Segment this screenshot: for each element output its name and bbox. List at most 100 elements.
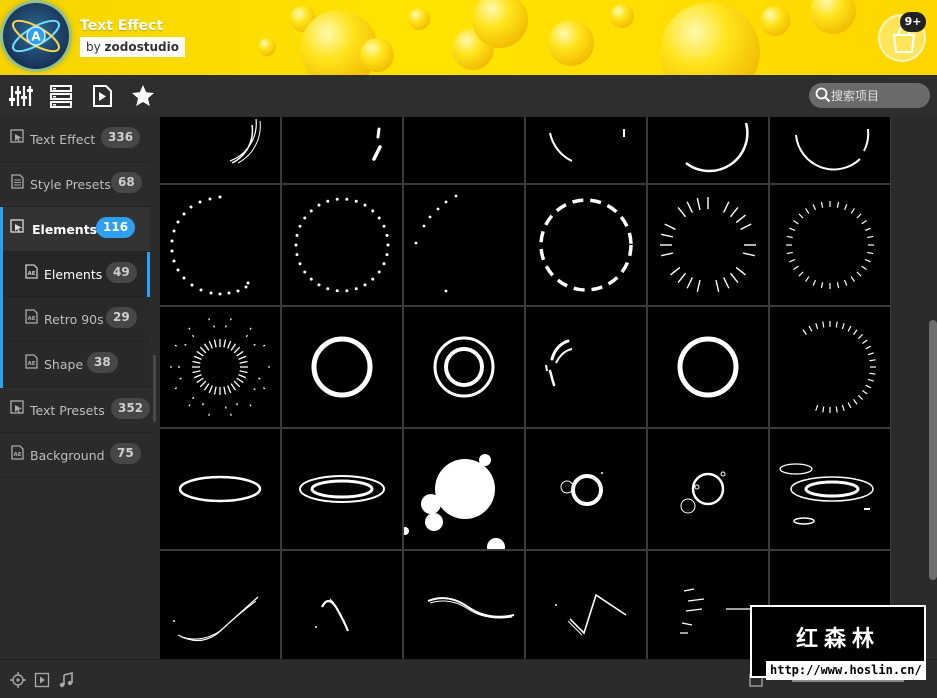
decorative-bubble — [810, 0, 856, 34]
element-thumbnail[interactable] — [770, 117, 890, 183]
element-thumbnail[interactable] — [160, 117, 280, 183]
author-prefix: by — [86, 40, 101, 54]
count-badge: 38 — [87, 352, 118, 373]
toolbar — [0, 75, 937, 117]
count-badge: 336 — [101, 127, 141, 148]
search-icon — [815, 87, 831, 103]
decorative-bubble — [548, 20, 594, 66]
sidebar-subitem-shape[interactable]: AE Shape 38 — [0, 342, 150, 387]
author-name: zodostudio — [104, 40, 179, 54]
ae-file-icon: AE — [11, 445, 24, 460]
element-thumbnail[interactable] — [282, 429, 402, 549]
element-thumbnail[interactable] — [404, 307, 524, 427]
element-thumbnail[interactable] — [160, 429, 280, 549]
element-thumbnail[interactable] — [526, 117, 646, 183]
search-box[interactable] — [809, 83, 930, 108]
music-note-icon[interactable] — [58, 671, 74, 688]
decorative-bubble — [610, 4, 634, 28]
plugin-logo: A — [3, 3, 69, 69]
element-thumbnail[interactable] — [160, 551, 280, 659]
decorative-bubble — [660, 2, 760, 75]
document-icon — [11, 174, 24, 189]
count-badge: 352 — [111, 398, 151, 419]
element-thumbnail[interactable] — [404, 117, 524, 183]
element-thumbnail[interactable] — [648, 307, 768, 427]
decorative-bubble — [760, 6, 790, 36]
element-thumbnail[interactable] — [526, 185, 646, 305]
element-thumbnail[interactable] — [770, 185, 890, 305]
sidebar-item-label: Retro 90s — [44, 312, 104, 327]
sidebar-item-style-presets[interactable]: Style Presets 68 — [0, 162, 150, 207]
sidebar-item-elements[interactable]: Elements 116 — [0, 207, 150, 252]
target-icon[interactable] — [10, 672, 26, 688]
video-preview-icon[interactable] — [89, 83, 115, 109]
svg-text:AE: AE — [27, 316, 35, 322]
cursor-frame-icon — [10, 219, 24, 233]
svg-text:AE: AE — [13, 452, 21, 458]
sidebar-item-background[interactable]: AE Background 75 — [0, 433, 150, 478]
decorative-bubble — [408, 8, 430, 30]
play-icon[interactable] — [34, 672, 50, 688]
element-thumbnail[interactable] — [160, 185, 280, 305]
sliders-icon[interactable] — [8, 83, 34, 109]
decorative-bubble — [472, 0, 528, 48]
element-thumbnail[interactable] — [282, 185, 402, 305]
element-thumbnail[interactable] — [648, 185, 768, 305]
plugin-name: Text Effect — [80, 18, 164, 34]
count-badge: 29 — [106, 307, 137, 328]
sidebar-subitem-retro-90s[interactable]: AE Retro 90s 29 — [0, 297, 150, 342]
watermark-url: http://www.hoslin.cn/ — [766, 661, 926, 680]
decorative-bubble — [258, 38, 276, 56]
author-tag[interactable]: by zodostudio — [80, 37, 185, 57]
sidebar-item-label: Background — [30, 448, 105, 463]
search-input[interactable] — [831, 83, 926, 108]
watermark: 红森林 http://www.hoslin.cn/ — [750, 605, 926, 680]
header-banner: A Text Effect by zodostudio 9+ — [0, 0, 937, 75]
sidebar-scrollbar[interactable] — [153, 355, 156, 422]
ae-file-icon: AE — [25, 309, 38, 324]
cursor-frame-icon — [10, 400, 24, 414]
favorites-star-icon[interactable] — [130, 83, 156, 109]
cursor-frame-icon — [10, 129, 24, 143]
sidebar-item-label: Text Presets — [30, 403, 105, 418]
decorative-bubble — [360, 38, 394, 72]
active-category-indicator — [0, 207, 3, 388]
ae-file-icon: AE — [25, 354, 38, 369]
element-thumbnail[interactable] — [770, 429, 890, 549]
element-thumbnail[interactable] — [648, 117, 768, 183]
watermark-title: 红森林 — [795, 627, 880, 652]
count-badge: 68 — [111, 172, 142, 193]
grid-scrollbar-thumb[interactable] — [929, 320, 937, 580]
svg-text:AE: AE — [27, 271, 35, 277]
sidebar-item-label: Text Effect — [30, 132, 96, 147]
list-view-icon[interactable] — [48, 83, 74, 109]
cart-badge: 9+ — [900, 12, 926, 32]
count-badge: 49 — [106, 262, 137, 283]
app-window: A Text Effect by zodostudio 9+ 搜索项目 Text… — [0, 0, 937, 698]
sidebar-item-label: Elements — [32, 222, 98, 237]
sidebar-item-text-presets[interactable]: Text Presets 352 — [0, 388, 151, 433]
element-thumbnail[interactable] — [282, 117, 402, 183]
element-thumbnail[interactable] — [404, 551, 524, 659]
ae-file-icon: AE — [25, 264, 38, 279]
element-thumbnail[interactable] — [404, 185, 524, 305]
sidebar-item-label: Elements — [44, 267, 103, 282]
element-thumbnail[interactable] — [404, 429, 524, 549]
logo-letter: A — [31, 30, 41, 44]
element-grid — [160, 117, 891, 659]
element-thumbnail[interactable] — [282, 307, 402, 427]
element-thumbnail[interactable] — [282, 551, 402, 659]
sidebar-item-text-effect[interactable]: Text Effect 336 — [0, 117, 150, 162]
element-thumbnail[interactable] — [648, 429, 768, 549]
element-thumbnail[interactable] — [160, 307, 280, 427]
element-thumbnail[interactable] — [526, 429, 646, 549]
svg-text:AE: AE — [27, 361, 35, 367]
count-badge: 116 — [96, 217, 136, 238]
element-thumbnail[interactable] — [770, 307, 890, 427]
element-thumbnail[interactable] — [526, 307, 646, 427]
sidebar-item-label: Style Presets — [30, 177, 111, 192]
count-badge: 75 — [110, 443, 141, 464]
element-thumbnail[interactable] — [526, 551, 646, 659]
category-sidebar: Text Effect 336 Style Presets 68 Element… — [0, 117, 151, 659]
sidebar-subitem-elements[interactable]: AE Elements 49 — [0, 252, 150, 297]
